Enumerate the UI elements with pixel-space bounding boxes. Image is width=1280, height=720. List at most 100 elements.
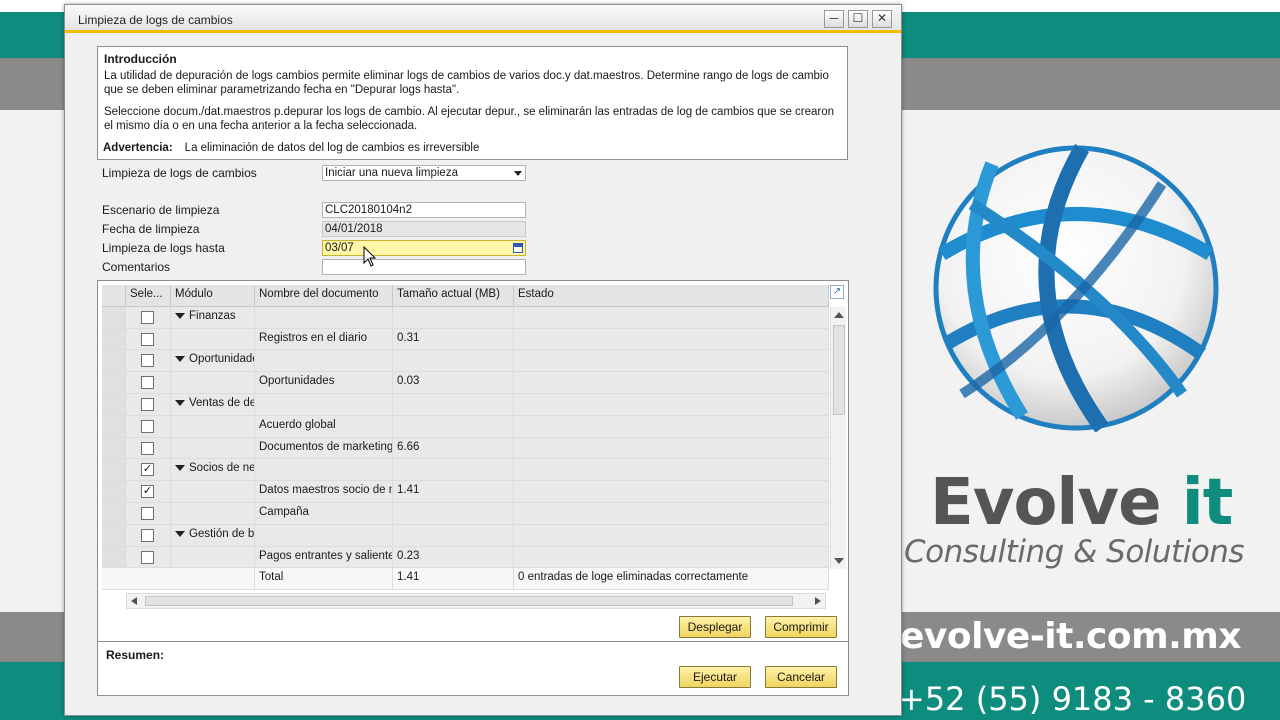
calendar-icon[interactable] [513,243,523,253]
until-date-input[interactable]: 03/07 [322,240,526,256]
table-row[interactable]: Acuerdo global [102,415,829,438]
row-checkbox[interactable]: ✓ [141,463,154,477]
comments-label: Comentarios [102,260,171,274]
table-row[interactable]: Finanzas [102,306,829,329]
row-checkbox[interactable] [141,550,154,564]
row-checkbox[interactable] [141,441,154,455]
row-checkbox[interactable] [141,310,154,324]
column-header-module[interactable]: Módulo [171,285,255,307]
scroll-up-icon[interactable] [834,312,844,318]
row-handle[interactable] [102,350,126,373]
row-handle[interactable] [102,415,126,438]
scroll-right-icon[interactable] [815,597,821,605]
table-row[interactable]: Pagos entrantes y salientes 0.23 [102,546,829,569]
row-checkbox[interactable] [141,419,154,433]
table-row[interactable]: Gestión de bancos [102,524,829,547]
status-cell [514,524,829,547]
column-header-status[interactable]: Estado [514,285,829,307]
row-checkbox[interactable] [141,528,154,542]
row-handle[interactable] [102,524,126,547]
select-cell [126,372,171,394]
cancel-button[interactable]: Cancelar [765,666,837,688]
brand-url: evolve-it.com.mx [900,616,1242,657]
row-checkbox[interactable]: ✓ [141,485,154,499]
document-name [255,524,393,547]
scroll-left-icon[interactable] [131,597,137,605]
mouse-cursor-icon [363,246,377,267]
size-cell [393,502,514,525]
module-cell [171,415,255,438]
summary-label: Resumen: [106,648,165,662]
horizontal-scrollbar[interactable] [126,593,826,609]
table-row[interactable]: Registros en el diario 0.31 [102,328,829,351]
module-cell [171,546,255,569]
module-cell [171,328,255,351]
expand-button[interactable]: Desplegar [679,616,751,638]
document-name [255,393,393,416]
select-cell: ✓ [126,459,171,482]
row-checkbox[interactable] [141,376,154,390]
row-checkbox[interactable] [141,332,154,346]
scroll-down-icon[interactable] [834,558,844,564]
vertical-scroll-thumb[interactable] [833,325,845,415]
table-row[interactable]: Documentos de marketing 6.66 [102,437,829,460]
table-row[interactable]: Ventas de deudores [102,393,829,416]
status-cell [514,372,829,394]
comments-input[interactable] [322,259,526,275]
module-cell [171,481,255,503]
select-cell [126,415,171,438]
total-empty-cell [126,568,171,591]
total-size: 1.41 [393,568,514,591]
select-cell [126,328,171,351]
brand-tagline: Consulting & Solutions [904,534,1245,570]
row-handle[interactable] [102,546,126,569]
column-header-select[interactable]: Sele... [126,285,171,307]
expand-grid-icon[interactable]: ↗ [830,285,844,299]
row-checkbox[interactable] [141,506,154,520]
table-row[interactable]: Oportunidades [102,350,829,373]
warning-text: La eliminación de datos del log de cambi… [184,142,480,154]
table-row[interactable]: ✓ Datos maestros socio de negocios1.41 [102,481,829,503]
cleanup-dropdown[interactable]: Iniciar una nueva limpieza [322,165,526,181]
status-cell [514,328,829,351]
row-handle[interactable] [102,459,126,482]
minimize-button[interactable]: ─ [824,10,844,28]
brand-phone: +52 (55) 9183 - 8360 [898,680,1247,718]
row-handle[interactable] [102,393,126,416]
collapse-triangle-icon[interactable] [175,530,185,537]
table-row[interactable]: Campaña [102,502,829,525]
document-name: Datos maestros socio de negocios [255,481,393,503]
vertical-scrollbar[interactable] [830,307,846,569]
collapse-triangle-icon[interactable] [175,312,185,319]
execute-button[interactable]: Ejecutar [679,666,751,688]
horizontal-scroll-thumb[interactable] [145,596,793,606]
collapse-button[interactable]: Comprimir [765,616,837,638]
scenario-input[interactable]: CLC20180104n2 [322,202,526,218]
row-handle[interactable] [102,502,126,525]
row-handle[interactable] [102,328,126,351]
row-handle[interactable] [102,437,126,460]
collapse-triangle-icon[interactable] [175,399,185,406]
row-checkbox[interactable] [141,354,154,368]
globe-logo [933,144,1219,432]
row-checkbox[interactable] [141,397,154,411]
row-handle[interactable] [102,481,126,503]
select-cell [126,393,171,416]
collapse-triangle-icon[interactable] [175,465,185,472]
status-cell [514,459,829,482]
status-cell [514,393,829,416]
close-button[interactable]: ✕ [872,10,892,28]
column-header-size[interactable]: Tamaño actual (MB) [393,285,514,307]
module-name: Ventas de deudores [189,396,255,409]
table-row[interactable]: ✓ Socios de negocios [102,459,829,482]
collapse-triangle-icon[interactable] [175,356,185,363]
table-row[interactable]: Oportunidades 0.03 [102,372,829,394]
select-cell [126,524,171,547]
column-header-document[interactable]: Nombre del documento [255,285,393,307]
dialog-content: Introducción La utilidad de depuración d… [65,36,901,715]
row-handle[interactable] [102,306,126,329]
row-handle[interactable] [102,372,126,394]
maximize-button[interactable]: ☐ [848,10,868,28]
select-cell [126,306,171,329]
intro-panel: Introducción La utilidad de depuración d… [97,46,848,160]
